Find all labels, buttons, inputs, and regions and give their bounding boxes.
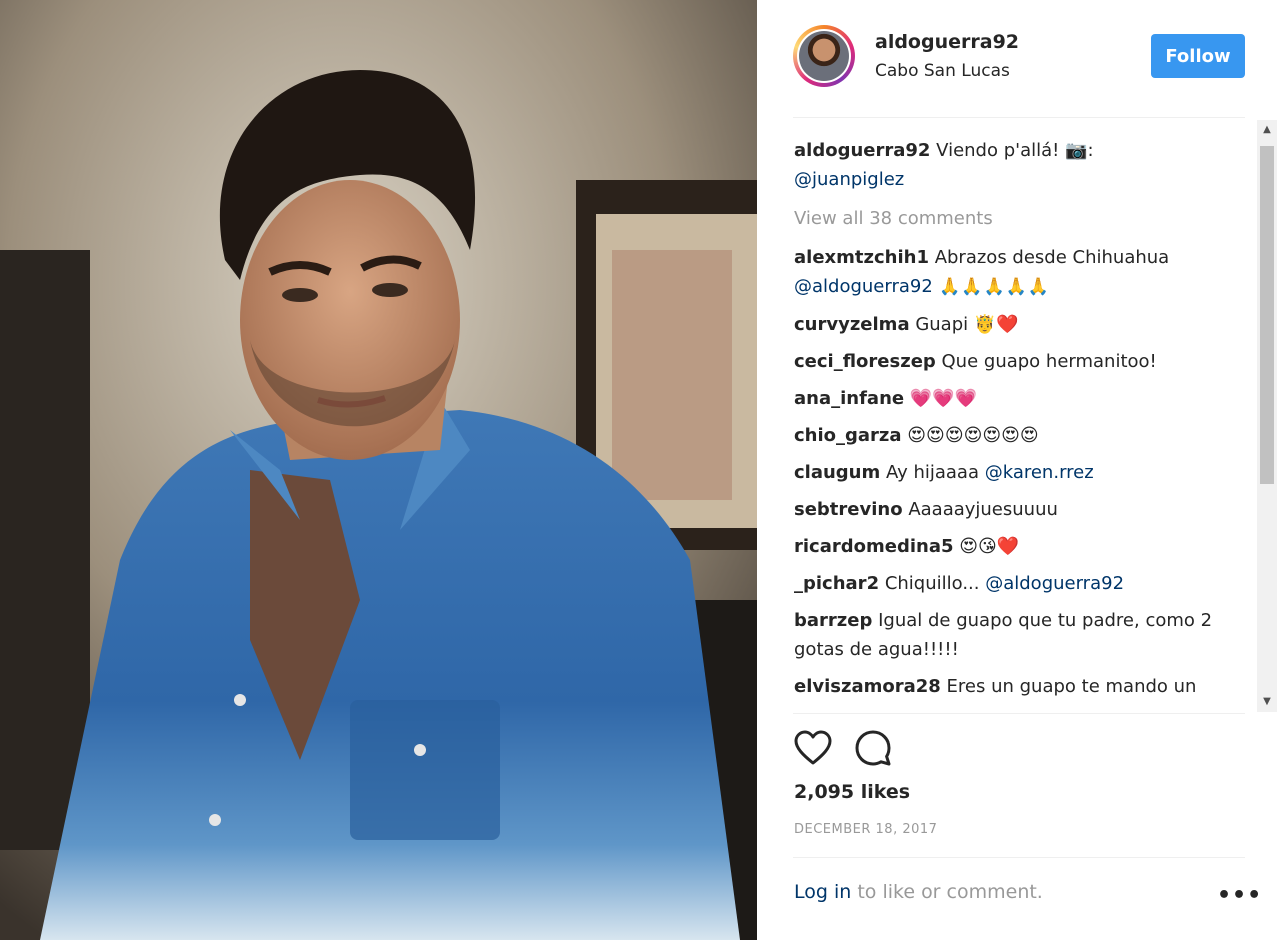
comments-list[interactable]: aldoguerra92 Viendo p'allá! 📷: @juanpigl… bbox=[794, 126, 1234, 712]
avatar-frame bbox=[797, 29, 851, 83]
comment-row: curvyzelma Guapi 🤴❤️ bbox=[794, 310, 1234, 339]
heart-outline-icon[interactable] bbox=[793, 729, 833, 769]
footer-divider bbox=[793, 857, 1245, 858]
header-divider bbox=[793, 117, 1245, 118]
avatar-image bbox=[799, 31, 849, 81]
comment-text: Que guapo hermanitoo! bbox=[935, 351, 1157, 372]
comment-row: ana_infane 💗💗💗 bbox=[794, 384, 1234, 413]
comment-row: sebtrevino Aaaaayjuesuuuu bbox=[794, 495, 1234, 524]
comment-text: Guapi 🤴❤️ bbox=[909, 314, 1019, 335]
post-photo[interactable] bbox=[0, 0, 757, 940]
comment-username[interactable]: barrzep bbox=[794, 610, 872, 631]
scroll-up-arrow-icon[interactable]: ▲ bbox=[1257, 120, 1277, 140]
comment-text: Aaaaayjuesuuuu bbox=[902, 499, 1058, 520]
likes-count[interactable]: 2,095 likes bbox=[794, 781, 910, 803]
post-header: aldoguerra92 Cabo San Lucas Follow bbox=[793, 23, 1245, 89]
comment-row: alexmtzchih1 Abrazos desde Chihuahua @al… bbox=[794, 243, 1234, 302]
comment-emoji: 🙏🙏🙏🙏🙏 bbox=[932, 277, 1051, 297]
follow-button[interactable]: Follow bbox=[1151, 34, 1245, 78]
comment-text: 😍😘❤️ bbox=[953, 536, 1020, 557]
comment-username[interactable]: elviszamora28 bbox=[794, 676, 941, 697]
comment-row: ceci_floreszep Que guapo hermanitoo! bbox=[794, 347, 1234, 376]
comment-username[interactable]: sebtrevino bbox=[794, 499, 903, 520]
comment-row: claugum Ay hijaaaa @karen.rrez bbox=[794, 458, 1234, 487]
comment-text: Chiquillo... bbox=[879, 573, 986, 594]
post-date[interactable]: DECEMBER 18, 2017 bbox=[794, 822, 937, 837]
caption-mention[interactable]: @juanpiglez bbox=[794, 169, 904, 190]
login-prompt: Log in to like or comment. bbox=[794, 881, 1043, 903]
comment-text: Eres un guapo te mando un bbox=[940, 676, 1197, 697]
comment-username[interactable]: ana_infane bbox=[794, 388, 904, 409]
comment-username[interactable]: ceci_floreszep bbox=[794, 351, 936, 372]
comment-mention[interactable]: @aldoguerra92 bbox=[794, 276, 933, 297]
caption-username[interactable]: aldoguerra92 bbox=[794, 140, 930, 161]
login-prompt-text: to like or comment. bbox=[851, 881, 1043, 903]
comment-username[interactable]: ricardomedina5 bbox=[794, 536, 954, 557]
comment-text: 😍😍😍😍😍😍😍 bbox=[901, 425, 1039, 446]
scroll-down-arrow-icon[interactable]: ▼ bbox=[1257, 692, 1277, 712]
comment-mention[interactable]: @karen.rrez bbox=[985, 462, 1094, 483]
actions-divider bbox=[793, 713, 1245, 714]
comment-row: _pichar2 Chiquillo... @aldoguerra92 bbox=[794, 569, 1234, 598]
comment-text: 💗💗💗 bbox=[904, 388, 978, 409]
view-all-comments-link[interactable]: View all 38 comments bbox=[794, 204, 1234, 233]
comment-text: Ay hijaaaa bbox=[880, 462, 985, 483]
location-link[interactable]: Cabo San Lucas bbox=[875, 61, 1010, 81]
comments-scrollbar[interactable]: ▲ ▼ bbox=[1257, 120, 1277, 712]
comment-username[interactable]: _pichar2 bbox=[794, 573, 879, 594]
author-username-link[interactable]: aldoguerra92 bbox=[875, 31, 1019, 53]
comment-row: barrzep Igual de guapo que tu padre, com… bbox=[794, 606, 1234, 664]
comment-username[interactable]: curvyzelma bbox=[794, 314, 910, 335]
comment-username[interactable]: chio_garza bbox=[794, 425, 902, 446]
comment-row: ricardomedina5 😍😘❤️ bbox=[794, 532, 1234, 561]
post-photo-image bbox=[0, 0, 757, 940]
comment-username[interactable]: alexmtzchih1 bbox=[794, 247, 929, 268]
avatar[interactable] bbox=[793, 25, 855, 87]
login-link[interactable]: Log in bbox=[794, 881, 851, 903]
ellipsis-icon[interactable]: ••• bbox=[1217, 883, 1262, 908]
scroll-thumb[interactable] bbox=[1260, 146, 1274, 484]
comment-row: chio_garza 😍😍😍😍😍😍😍 bbox=[794, 421, 1234, 450]
comment-username[interactable]: claugum bbox=[794, 462, 880, 483]
caption: aldoguerra92 Viendo p'allá! 📷: @juanpigl… bbox=[794, 136, 1234, 194]
caption-text: Viendo p'allá! 📷: bbox=[930, 140, 1094, 161]
comment-row: elviszamora28 Eres un guapo te mando un bbox=[794, 672, 1234, 701]
post-sidebar: aldoguerra92 Cabo San Lucas Follow aldog… bbox=[757, 0, 1280, 940]
comment-bubble-icon[interactable] bbox=[853, 729, 893, 769]
comment-mention[interactable]: @aldoguerra92 bbox=[985, 573, 1124, 594]
comment-text: Abrazos desde Chihuahua bbox=[928, 247, 1170, 268]
